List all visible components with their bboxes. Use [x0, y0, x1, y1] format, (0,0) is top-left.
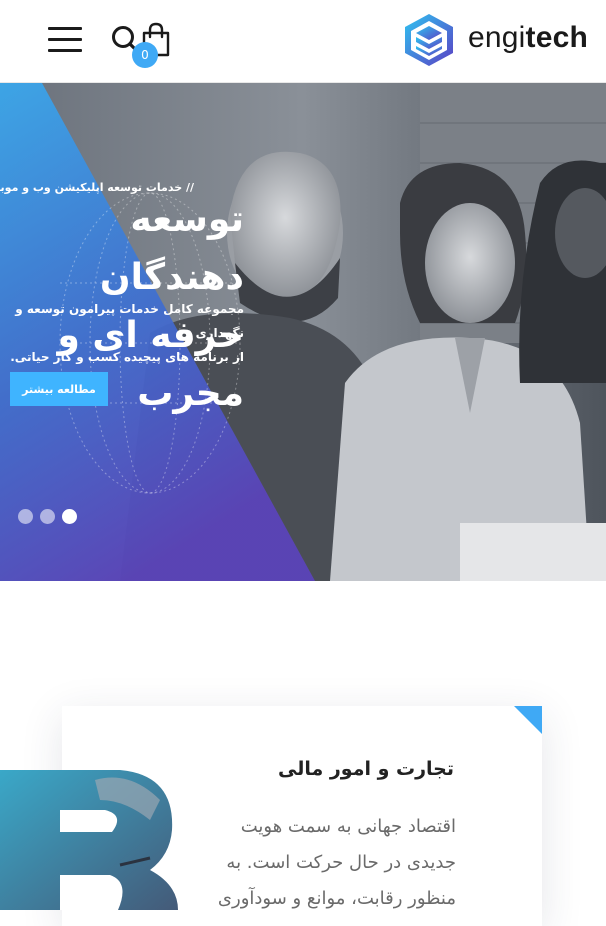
service-card-text-line: منظور رقابت، موانع و سودآوری: [217, 888, 456, 909]
logo-wordmark: engitech: [468, 21, 589, 54]
hero-title-line: توسعه دهندگان: [99, 199, 244, 298]
site-logo[interactable]: engitech: [402, 12, 592, 70]
read-more-button[interactable]: مطالعه بیشتر: [10, 372, 108, 406]
service-card-text-line: جدیدی در حال حرکت است. به: [226, 852, 456, 873]
site-header: 0 engitech: [0, 0, 606, 83]
slider-dot[interactable]: [40, 509, 55, 524]
menu-icon-bar: [48, 27, 82, 30]
slider-pagination: [18, 509, 84, 525]
slider-dot[interactable]: [18, 509, 33, 524]
menu-icon-bar: [48, 38, 82, 41]
card-corner-accent: [514, 706, 542, 734]
hero-description-line: از برنامه های پیچیده کسب و کار حیاتی.: [10, 350, 244, 364]
menu-button[interactable]: [48, 26, 84, 54]
cart-count-badge: 0: [132, 42, 158, 68]
slider-dot-active[interactable]: [62, 509, 77, 524]
cart-button[interactable]: 0: [132, 22, 172, 68]
service-card-text-line: اقتصاد جهانی به سمت هویت: [240, 816, 456, 837]
hero-slider: // خدمات توسعه اپلیکیشن وب و موبایل توسع…: [0, 83, 606, 581]
service-card-title: تجارت و امور مالی: [277, 758, 454, 780]
hero-description: مجموعه کامل خدمات پیرامون توسعه و نگهدار…: [0, 297, 244, 369]
hero-description-line: مجموعه کامل خدمات پیرامون توسعه و نگهدار…: [15, 302, 244, 340]
menu-icon-bar: [48, 49, 82, 52]
logo-cube-icon: [405, 14, 453, 66]
business-letter-image: [0, 770, 178, 910]
